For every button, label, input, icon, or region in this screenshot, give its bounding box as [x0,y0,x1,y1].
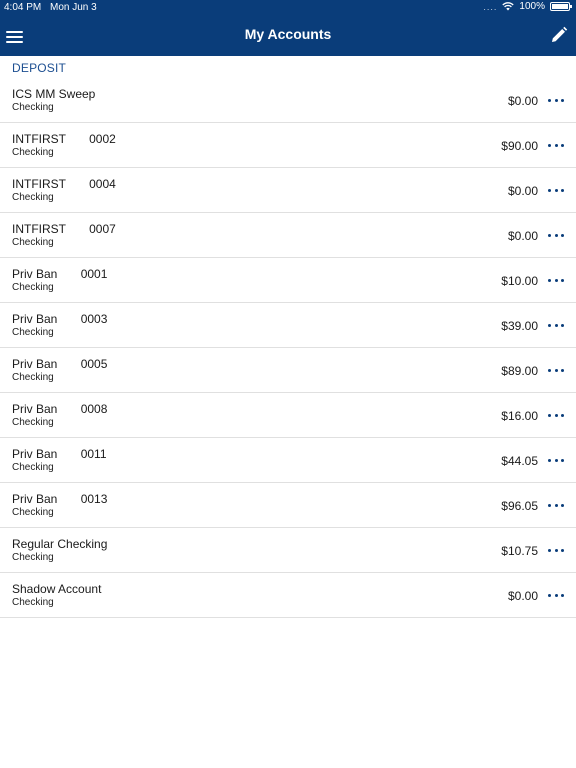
more-options-icon[interactable] [548,227,564,243]
account-balance: $96.05 [501,499,538,513]
account-type: Checking [12,597,54,608]
account-row[interactable]: Priv Ban 0005 Checking $89.00 [0,348,576,393]
app-header: 4:04 PM Mon Jun 3 .... 100% My Accounts [0,0,576,56]
account-type: Checking [12,552,54,563]
account-name: INTFIRST 0007 [12,222,116,236]
account-name: Priv Ban 0001 [12,267,108,281]
account-row[interactable]: Priv Ban 0011 Checking $44.05 [0,438,576,483]
account-type: Checking [12,372,54,383]
status-date: Mon Jun 3 [50,2,97,13]
signal-icon: .... [483,1,498,12]
account-type: Checking [12,417,54,428]
account-row[interactable]: Priv Ban 0008 Checking $16.00 [0,393,576,438]
status-indicators: .... 100% [483,1,572,12]
account-name: Priv Ban 0013 [12,492,108,506]
account-type: Checking [12,102,54,113]
status-bar: 4:04 PM Mon Jun 3 .... 100% [0,0,576,16]
account-type: Checking [12,327,54,338]
more-options-icon[interactable] [548,407,564,423]
account-balance: $0.00 [507,184,538,198]
account-name: Priv Ban 0011 [12,447,107,461]
account-name: INTFIRST 0002 [12,132,116,146]
account-name: Priv Ban 0008 [12,402,108,416]
account-balance: $89.00 [501,364,538,378]
account-balance: $10.75 [501,544,538,558]
section-header-deposit: DEPOSIT [12,61,67,75]
account-type: Checking [12,282,54,293]
status-time: 4:04 PM [4,2,42,13]
more-options-icon[interactable] [548,452,564,468]
account-balance: $0.00 [507,229,538,243]
account-type: Checking [12,237,54,248]
battery-percent: 100% [519,1,545,12]
wifi-icon [502,2,515,11]
more-options-icon[interactable] [548,137,564,153]
more-options-icon[interactable] [548,362,564,378]
account-list: ICS MM Sweep Checking $0.00 INTFIRST 000… [0,78,576,618]
nav-bar: My Accounts [0,18,576,56]
account-row[interactable]: ICS MM Sweep Checking $0.00 [0,78,576,123]
account-row[interactable]: INTFIRST 0002 Checking $90.00 [0,123,576,168]
account-name: Priv Ban 0005 [12,357,108,371]
account-balance: $0.00 [507,94,538,108]
account-type: Checking [12,192,54,203]
account-balance: $10.00 [501,274,538,288]
account-balance: $39.00 [501,319,538,333]
account-type: Checking [12,147,54,158]
account-row[interactable]: Priv Ban 0013 Checking $96.05 [0,483,576,528]
account-row[interactable]: INTFIRST 0004 Checking $0.00 [0,168,576,213]
more-options-icon[interactable] [548,182,564,198]
account-row[interactable]: Shadow Account Checking $0.00 [0,573,576,618]
account-name: Regular Checking [12,537,108,551]
account-balance: $90.00 [501,139,538,153]
more-options-icon[interactable] [548,587,564,603]
account-balance: $0.00 [507,589,538,603]
battery-icon [550,2,572,11]
account-name: Priv Ban 0003 [12,312,108,326]
account-name: Shadow Account [12,582,102,596]
account-balance: $44.05 [501,454,538,468]
account-type: Checking [12,462,54,473]
more-options-icon[interactable] [548,497,564,513]
account-row[interactable]: Priv Ban 0003 Checking $39.00 [0,303,576,348]
more-options-icon[interactable] [548,272,564,288]
account-balance: $16.00 [501,409,538,423]
account-type: Checking [12,507,54,518]
account-name: INTFIRST 0004 [12,177,116,191]
account-row[interactable]: INTFIRST 0007 Checking $0.00 [0,213,576,258]
more-options-icon[interactable] [548,92,564,108]
account-row[interactable]: Priv Ban 0001 Checking $10.00 [0,258,576,303]
more-options-icon[interactable] [548,317,564,333]
pencil-icon[interactable] [550,26,568,44]
more-options-icon[interactable] [548,542,564,558]
account-row[interactable]: Regular Checking Checking $10.75 [0,528,576,573]
account-name: ICS MM Sweep [12,87,96,101]
page-title: My Accounts [244,26,332,42]
